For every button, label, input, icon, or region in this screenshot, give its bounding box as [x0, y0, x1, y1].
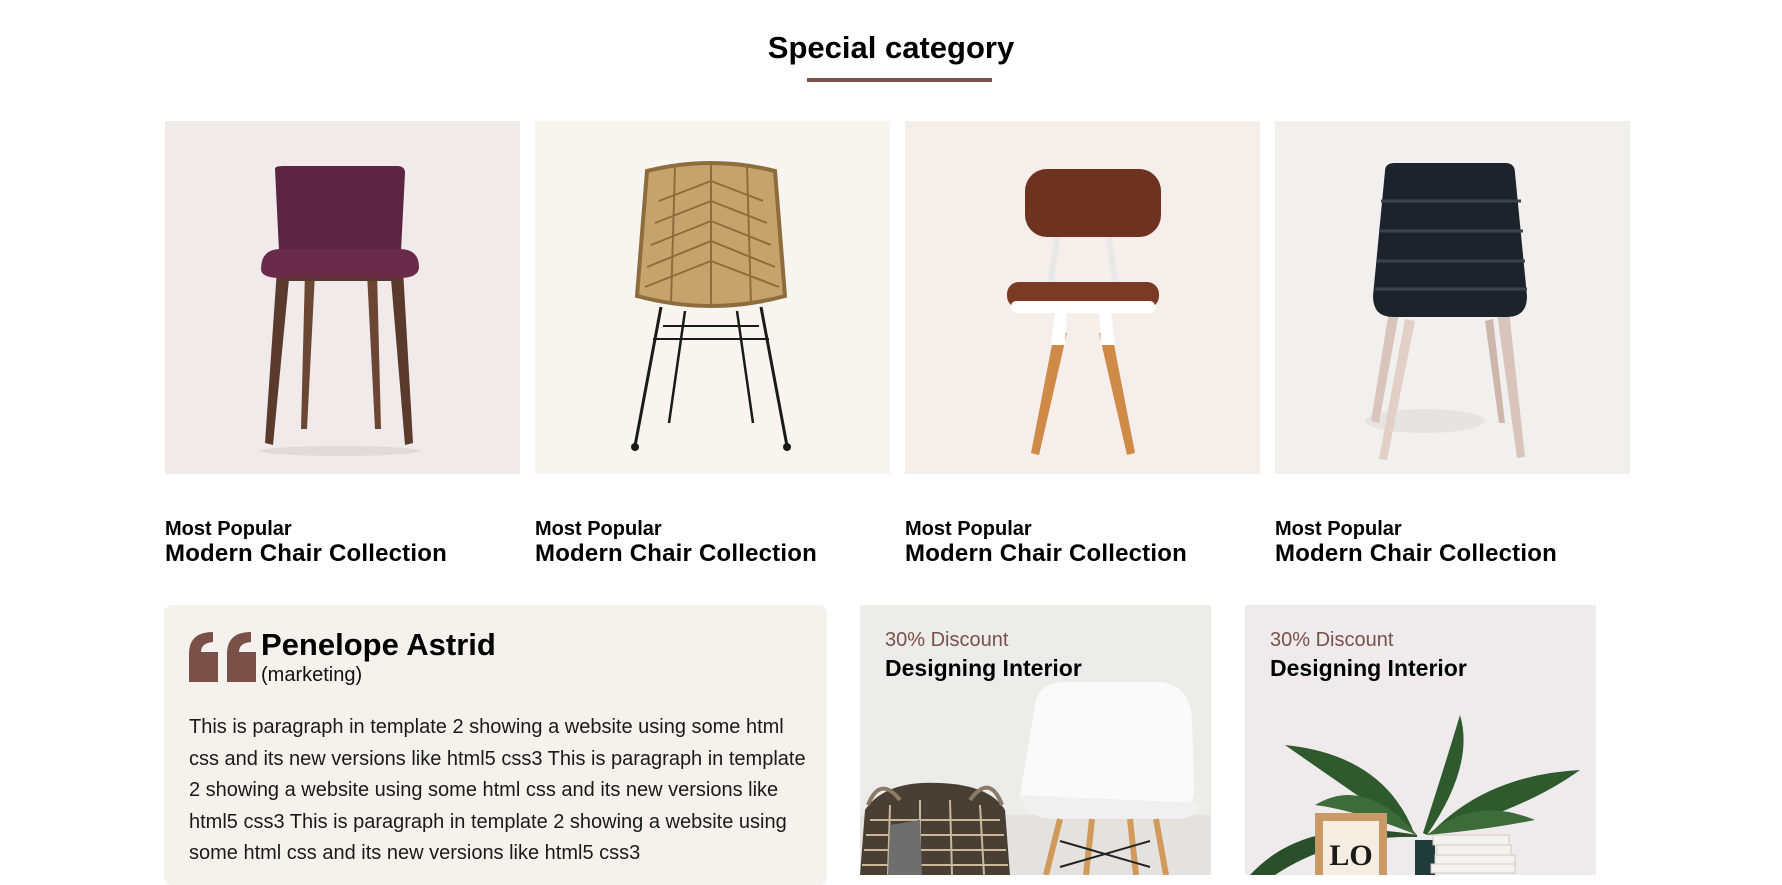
product-card-4[interactable]	[1275, 121, 1630, 474]
product-card-1-caption: Most Popular Modern Chair Collection	[165, 518, 525, 568]
testimonial-card: Penelope Astrid (marketing) This is para…	[164, 605, 827, 885]
svg-text:LO: LO	[1329, 839, 1372, 872]
card-title[interactable]: Modern Chair Collection	[535, 540, 895, 568]
promo-card-1[interactable]: 30% Discount Designing Interior	[860, 605, 1211, 875]
card-title[interactable]: Modern Chair Collection	[165, 540, 525, 568]
title-underline	[807, 78, 992, 82]
product-card-2-caption: Most Popular Modern Chair Collection	[535, 518, 895, 568]
section-title: Special category	[767, 30, 1015, 65]
product-card-3-caption: Most Popular Modern Chair Collection	[905, 518, 1265, 568]
card-title[interactable]: Modern Chair Collection	[1275, 540, 1635, 568]
black-chair-image	[1275, 121, 1630, 474]
promo-discount: 30% Discount	[1270, 629, 1394, 651]
purple-chair-image	[165, 121, 520, 474]
promo-title[interactable]: Designing Interior	[1270, 655, 1467, 682]
card-tag: Most Popular	[165, 518, 292, 540]
rattan-chair-image	[535, 121, 890, 474]
product-card-4-caption: Most Popular Modern Chair Collection	[1275, 518, 1635, 568]
card-tag: Most Popular	[535, 518, 662, 540]
quote-icon	[189, 632, 256, 682]
card-tag: Most Popular	[905, 518, 1032, 540]
testimonial-role: (marketing)	[261, 664, 363, 686]
promo-discount: 30% Discount	[885, 629, 1009, 651]
card-title[interactable]: Modern Chair Collection	[905, 540, 1265, 568]
promo-card-2[interactable]: LO 30% Discount Designing Interior	[1245, 605, 1596, 875]
product-card-3[interactable]	[905, 121, 1260, 474]
leather-chair-image	[905, 121, 1260, 474]
card-tag: Most Popular	[1275, 518, 1402, 540]
product-card-2[interactable]	[535, 121, 890, 474]
product-card-1[interactable]	[165, 121, 520, 474]
promo-title[interactable]: Designing Interior	[885, 655, 1082, 682]
testimonial-text: This is paragraph in template 2 showing …	[189, 716, 806, 864]
testimonial-name: Penelope Astrid	[261, 627, 496, 662]
